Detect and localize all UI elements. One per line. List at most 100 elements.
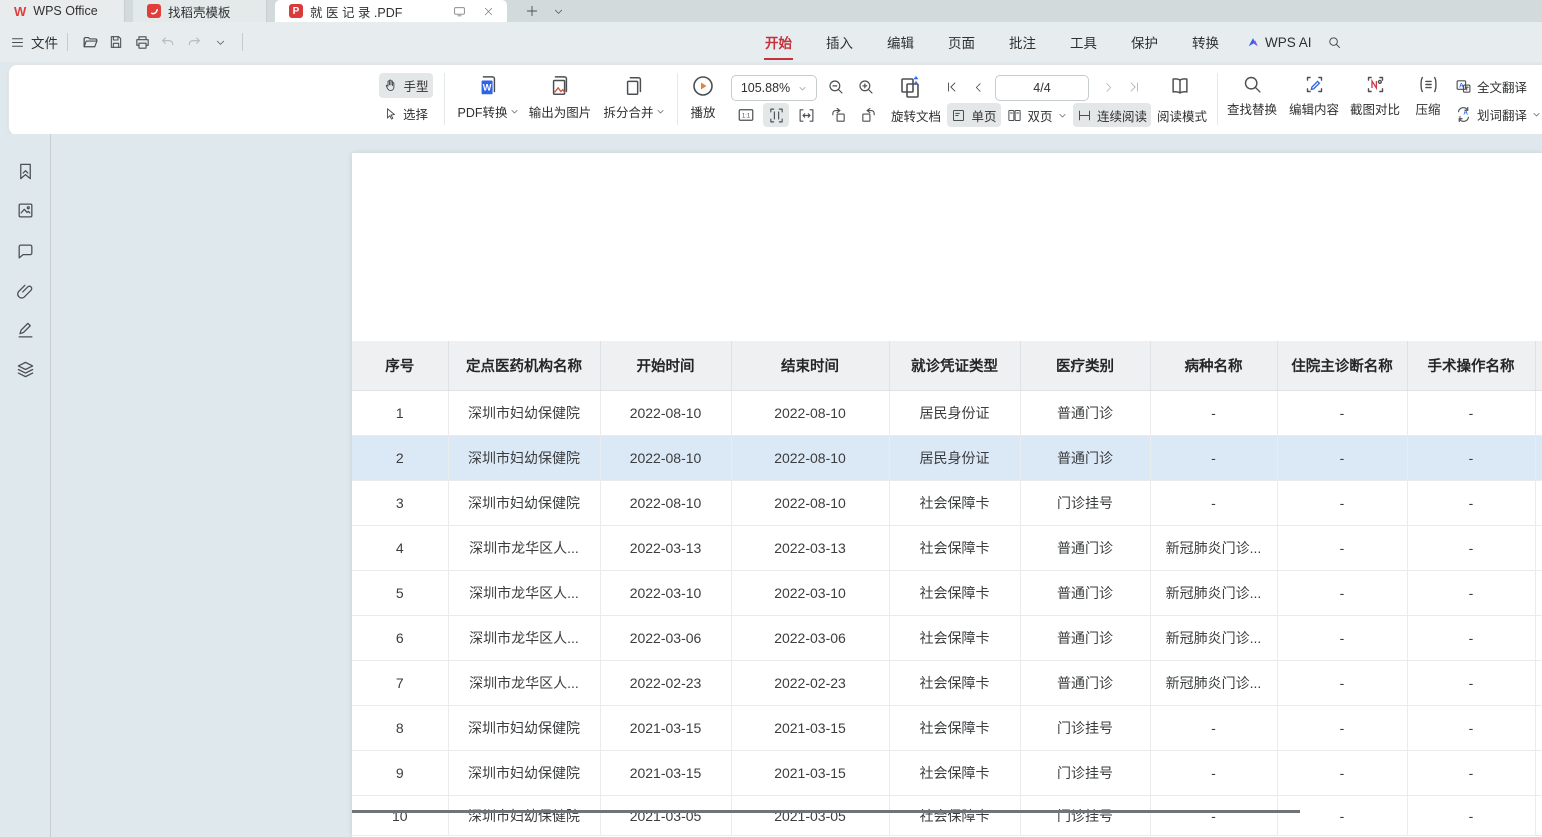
save-button[interactable] — [103, 29, 129, 55]
page-number-input[interactable]: 4/4 — [995, 75, 1089, 101]
find-replace-icon — [1242, 74, 1263, 95]
screenshot-compare-button[interactable]: 截图对比 — [1345, 74, 1405, 118]
table-cell: 社会保障卡 — [889, 616, 1020, 661]
table-cell: 2021-03-15 — [600, 751, 731, 796]
pdf-convert-button[interactable]: W PDF转换 — [449, 74, 527, 121]
continuous-read-label: 连续阅读 — [1097, 106, 1147, 125]
split-merge-button[interactable]: 拆分合并 — [596, 74, 672, 121]
table-cell: 2021-03-15 — [600, 706, 731, 751]
next-page-button[interactable] — [1097, 75, 1119, 99]
zoom-in-icon — [857, 78, 875, 96]
redo-button[interactable] — [181, 29, 207, 55]
swap-pages-button[interactable] — [895, 73, 925, 101]
continuous-read-button[interactable]: 连续阅读 — [1073, 103, 1151, 127]
single-page-button[interactable]: 单页 — [947, 103, 1001, 127]
tab-page[interactable]: 页面 — [931, 28, 992, 56]
find-replace-button[interactable]: 查找替换 — [1221, 74, 1283, 118]
tab-convert[interactable]: 转换 — [1175, 28, 1236, 56]
table-cell: 7 — [352, 661, 448, 706]
table-header-cell: 序号 — [352, 341, 448, 391]
word-translate-button[interactable]: Ax 划词翻译 — [1455, 102, 1542, 126]
table-cell: 普通门诊 — [1020, 436, 1150, 481]
split-merge-icon — [623, 74, 645, 98]
rotate-right-button[interactable] — [855, 103, 881, 127]
tab-list-button[interactable] — [547, 0, 569, 22]
table-cell: 1 — [352, 391, 448, 436]
full-text-translate-button[interactable]: A 全文翻译 — [1455, 74, 1541, 98]
table-cell: 4 — [352, 526, 448, 571]
tab-insert[interactable]: 插入 — [809, 28, 870, 56]
new-tab-button[interactable] — [521, 0, 543, 22]
previous-page-button[interactable] — [967, 75, 989, 99]
rotate-left-icon — [830, 107, 847, 124]
rotate-document-label[interactable]: 旋转文档 — [887, 103, 945, 127]
rotate-right-icon — [860, 107, 877, 124]
sidebar-layers-button[interactable] — [12, 356, 38, 382]
comment-icon — [16, 242, 35, 261]
tab-protect[interactable]: 保护 — [1114, 28, 1175, 56]
play-presentation-button[interactable]: 播放 — [681, 74, 725, 121]
search-menu-button[interactable] — [1322, 29, 1348, 55]
table-cell: 新冠肺炎门诊... — [1150, 571, 1277, 616]
table-row: 3深圳市妇幼保健院2022-08-102022-08-10社会保障卡门诊挂号--… — [352, 481, 1542, 526]
table-cell: 2022-03-06 — [731, 616, 889, 661]
table-cell: 2022-08-10 — [600, 391, 731, 436]
select-tool-button[interactable]: 选择 — [379, 101, 433, 126]
read-mode-label[interactable]: 阅读模式 — [1153, 103, 1211, 127]
actual-size-button[interactable]: 1:1 — [733, 103, 759, 127]
export-as-image-button[interactable]: 输出为图片 — [524, 74, 596, 121]
table-cell: - — [1150, 481, 1277, 526]
rotate-left-button[interactable] — [825, 103, 851, 127]
swap-pages-icon — [898, 75, 922, 99]
document-canvas[interactable]: 序号定点医药机构名称开始时间结束时间就诊凭证类型医疗类别病种名称住院主诊断名称手… — [0, 134, 1542, 837]
compress-button[interactable]: 压缩 — [1405, 74, 1451, 118]
tab-document-active[interactable]: P 就 医 记 录 .PDF — [275, 0, 507, 22]
zoom-level-dropdown[interactable]: 105.88% — [731, 75, 817, 101]
tab-tools[interactable]: 工具 — [1053, 28, 1114, 56]
last-page-icon — [1127, 80, 1141, 94]
table-cell: 居民身份证 — [889, 391, 1020, 436]
table-cell: 普通门诊 — [1020, 571, 1150, 616]
last-page-button[interactable] — [1123, 75, 1145, 99]
undo-button[interactable] — [155, 29, 181, 55]
fit-width-button[interactable] — [793, 103, 819, 127]
sidebar-bookmark-button[interactable] — [12, 158, 38, 184]
sidebar-comment-button[interactable] — [12, 238, 38, 264]
zoom-in-button[interactable] — [853, 75, 879, 99]
tab-comment[interactable]: 批注 — [992, 28, 1053, 56]
table-cell: - — [1407, 796, 1535, 836]
fit-page-button[interactable] — [763, 103, 789, 127]
table-bottom-scrollbar[interactable] — [352, 810, 1300, 813]
read-mode-button[interactable] — [1161, 71, 1199, 101]
hand-tool-button[interactable]: 手型 — [379, 73, 433, 98]
double-page-button[interactable]: 双页 — [1005, 103, 1069, 127]
tab-wps-office-home[interactable]: W WPS Office — [0, 0, 125, 22]
table-cell: 2022-08-10 — [731, 391, 889, 436]
zoom-out-button[interactable] — [823, 75, 849, 99]
open-file-button[interactable] — [77, 29, 103, 55]
quick-toolbar-more-button[interactable] — [207, 29, 233, 55]
tab-home[interactable]: 开始 — [748, 28, 809, 56]
table-cell: - — [1277, 706, 1407, 751]
tab-edit[interactable]: 编辑 — [870, 28, 931, 56]
first-page-button[interactable] — [941, 75, 963, 99]
share-to-screen-icon[interactable] — [448, 0, 470, 22]
chevron-down-icon — [1058, 111, 1067, 120]
sidebar-attachment-button[interactable] — [12, 278, 38, 304]
table-row: 5深圳市龙华区人...2022-03-102022-03-10社会保障卡普通门诊… — [352, 571, 1542, 616]
close-tab-icon[interactable] — [477, 0, 499, 22]
table-cell: 6 — [352, 616, 448, 661]
file-menu-button[interactable]: 文件 — [10, 32, 58, 52]
table-header-cell: 定点医药机构名称 — [448, 341, 600, 391]
sidebar-thumbnail-button[interactable] — [12, 197, 38, 223]
sidebar-signature-button[interactable] — [12, 317, 38, 343]
print-button[interactable] — [129, 29, 155, 55]
play-label: 播放 — [690, 102, 715, 121]
table-cell: 深圳市妇幼保健院 — [448, 391, 600, 436]
pdf-page[interactable]: 序号定点医药机构名称开始时间结束时间就诊凭证类型医疗类别病种名称住院主诊断名称手… — [352, 153, 1542, 837]
edit-content-button[interactable]: 编辑内容 — [1283, 74, 1345, 118]
table-cell: 3 — [352, 481, 448, 526]
tab-wps-ai[interactable]: WPS AI — [1236, 35, 1322, 50]
tab-docer-templates[interactable]: 找稻壳模板 — [133, 0, 267, 22]
table-cell: - — [1407, 661, 1535, 706]
